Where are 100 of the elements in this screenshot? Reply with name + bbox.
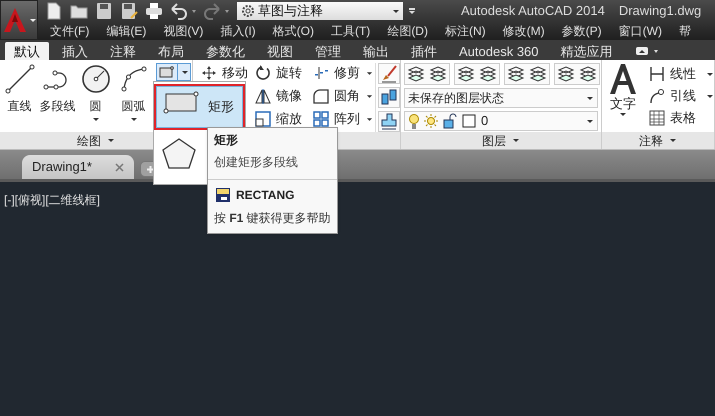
ribbon-tab[interactable]: 视图: [258, 42, 302, 60]
layers-icon: [529, 65, 547, 83]
help-hint: 按 F1 键获得更多帮助: [213, 210, 332, 227]
menu-item[interactable]: 参数(P): [562, 23, 602, 39]
rectangle-split-button[interactable]: [156, 63, 191, 81]
menu-item[interactable]: 标注(N): [444, 23, 486, 39]
tool-button[interactable]: 圆弧: [116, 63, 151, 129]
ribbon-tab[interactable]: Autodesk 360: [450, 42, 548, 60]
tool-button[interactable]: 表格: [648, 108, 714, 128]
array-icon: [311, 109, 331, 129]
layer-state-text: 未保存的图层状态: [408, 90, 504, 107]
tool-button[interactable]: 圆角: [311, 86, 373, 106]
polygon-icon: [160, 136, 198, 170]
layers-icon: [457, 65, 475, 83]
tooltip-description: 创建矩形多段线: [208, 149, 337, 180]
menu-item[interactable]: 文件(F): [50, 23, 90, 39]
menu-item[interactable]: 编辑(E): [106, 23, 146, 39]
menu-item[interactable]: 插入(I): [220, 23, 256, 39]
rectangle-icon: [158, 65, 176, 79]
layers-icon: [579, 65, 597, 83]
application-button[interactable]: [0, 0, 38, 40]
ribbon-tab[interactable]: 插入: [53, 42, 97, 60]
panel-title[interactable]: 图层: [482, 132, 506, 150]
layers-icon: [429, 65, 447, 83]
ribbon-tab[interactable]: 参数化: [197, 42, 254, 60]
workspace-dropdown[interactable]: 草图与注释: [237, 2, 403, 20]
tool-button[interactable]: 多段线: [40, 63, 75, 129]
ribbon-tab[interactable]: 注释: [101, 42, 145, 60]
menu-item[interactable]: 窗口(W): [618, 23, 662, 39]
tool-button[interactable]: 移动: [199, 63, 252, 83]
menu-item[interactable]: 视图(V): [163, 23, 204, 39]
linear-icon: [648, 65, 666, 83]
menu-item[interactable]: 工具(T): [330, 23, 370, 39]
caret-icon: [191, 8, 197, 14]
dropdown-item[interactable]: 矩形: [154, 84, 245, 130]
text-tool-button[interactable]: 文字: [608, 62, 638, 132]
redo-icon: [202, 1, 222, 21]
save-icon: [94, 1, 114, 21]
stamp-icon: [380, 112, 398, 132]
blocks-icon: [380, 88, 398, 108]
color-swatch-icon: [461, 113, 477, 129]
caret-icon: [669, 138, 677, 143]
layer-dropdown[interactable]: 0: [404, 111, 598, 131]
tool-button[interactable]: 修剪: [311, 63, 373, 83]
leader-icon: [648, 87, 666, 105]
layers-icon: [557, 65, 575, 83]
save-as-icon: [119, 1, 139, 21]
customize-icon: [408, 7, 416, 15]
panel-title[interactable]: 绘图: [77, 132, 101, 150]
tool-button[interactable]: 镜像: [253, 86, 309, 106]
tooltip-title: 矩形: [213, 132, 239, 149]
caret-icon: [512, 138, 520, 143]
save-as-button[interactable]: [119, 1, 139, 21]
document-tab[interactable]: Drawing1*: [22, 155, 134, 179]
tool-button[interactable]: 圆: [78, 63, 113, 129]
tool-button[interactable]: 引线: [648, 86, 714, 106]
ribbon-tab[interactable]: 布局: [149, 42, 193, 60]
tool-button[interactable]: 直线: [2, 63, 37, 129]
ribbon-tab[interactable]: 管理: [306, 42, 350, 60]
panel-title[interactable]: 注释: [639, 132, 663, 150]
tool-button[interactable]: 缩放: [253, 109, 309, 129]
layer-name: 0: [481, 112, 490, 130]
ribbon-tab[interactable]: 插件: [402, 42, 446, 60]
caret-icon: [392, 8, 400, 14]
letter-a-icon: [608, 62, 638, 96]
save-button[interactable]: [94, 1, 114, 21]
menu-item[interactable]: 帮: [678, 23, 691, 39]
blocks-button[interactable]: [378, 87, 400, 108]
caret-icon: [181, 70, 189, 74]
caret-icon: [586, 118, 594, 124]
tool-button[interactable]: 旋转: [253, 63, 309, 83]
printer-icon: [144, 1, 164, 21]
menu-item[interactable]: 绘图(D): [387, 23, 428, 39]
menu-item[interactable]: 修改(M): [502, 23, 545, 39]
window-title: Autodesk AutoCAD 2014: [461, 2, 605, 20]
workspace-name: 草图与注释: [258, 2, 324, 20]
command-name: RECTANG: [236, 187, 294, 204]
undo-button[interactable]: [169, 1, 197, 21]
tool-button[interactable]: 线性: [648, 64, 714, 84]
ribbon-tab[interactable]: 输出: [354, 42, 398, 60]
redo-button[interactable]: [202, 1, 230, 21]
menu-item[interactable]: 格式(O): [272, 23, 314, 39]
caret-icon: [652, 48, 659, 54]
unlocked-padlock-icon: [442, 112, 459, 130]
caret-icon: [107, 138, 115, 143]
lightbulb-icon: [408, 112, 420, 130]
caret-icon: [586, 96, 594, 100]
printer-button[interactable]: [144, 1, 164, 21]
caret-icon: [619, 112, 627, 117]
logo-icon: [2, 6, 28, 34]
table-icon: [648, 109, 666, 127]
stamp-button[interactable]: [378, 111, 400, 132]
tool-button[interactable]: 阵列: [311, 109, 373, 129]
ribbon-tab[interactable]: 默认: [5, 42, 49, 60]
layer-state-dropdown[interactable]: 未保存的图层状态: [404, 88, 598, 108]
brush-button[interactable]: [378, 63, 400, 84]
viewport-label[interactable]: [-][俯视][二维线框]: [4, 193, 100, 207]
ribbon-tab[interactable]: 精选应用: [552, 42, 622, 60]
sun-icon: [422, 112, 440, 130]
line-icon: [4, 63, 36, 95]
